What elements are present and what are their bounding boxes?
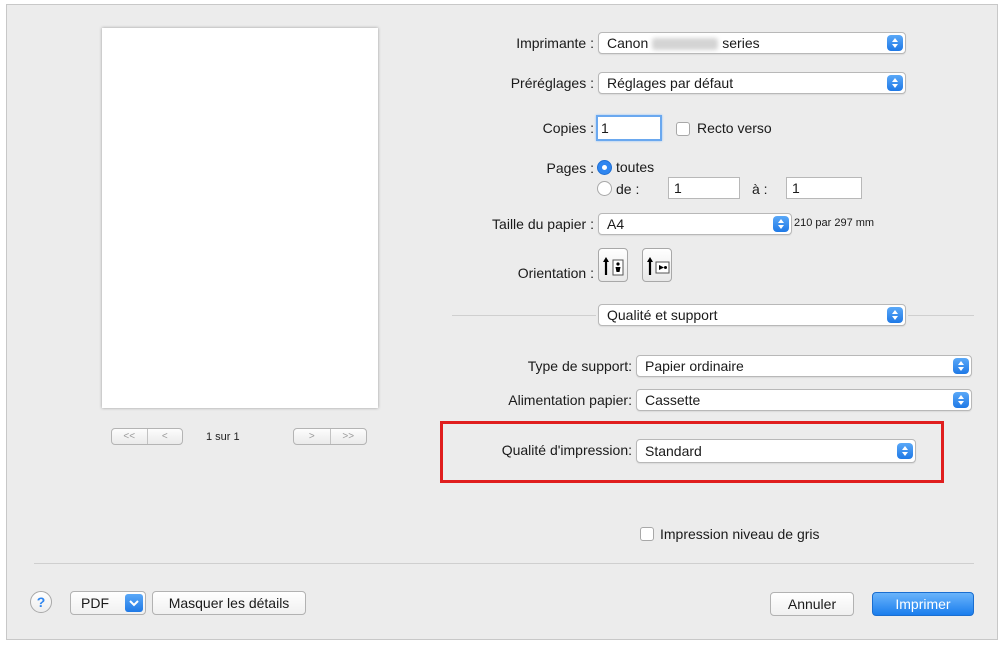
- preview-nav-back[interactable]: << <: [111, 428, 183, 445]
- prev-page-button[interactable]: <: [146, 429, 183, 444]
- chevron-updown-icon: [887, 75, 903, 91]
- chevron-updown-icon: [887, 35, 903, 51]
- pages-from-field[interactable]: 1: [668, 177, 740, 199]
- pages-range-radio[interactable]: [597, 181, 612, 196]
- page-preview: [102, 28, 378, 408]
- pdf-button[interactable]: PDF: [70, 591, 146, 615]
- printer-select[interactable]: Canon series: [598, 32, 906, 54]
- presets-value: Réglages par défaut: [607, 75, 734, 91]
- paper-source-value: Cassette: [645, 392, 701, 408]
- print-quality-label: Qualité d'impression:: [501, 442, 632, 458]
- media-type-select[interactable]: Papier ordinaire: [636, 355, 972, 377]
- grayscale-label: Impression niveau de gris: [660, 526, 820, 542]
- page-count: 1 sur 1: [206, 431, 240, 443]
- help-button[interactable]: ?: [30, 591, 52, 613]
- orientation-label: Orientation :: [517, 265, 594, 281]
- section-value: Qualité et support: [607, 307, 718, 323]
- printer-name-suffix: series: [722, 35, 760, 51]
- pages-all-radio[interactable]: [597, 160, 612, 175]
- pdf-label: PDF: [81, 595, 109, 611]
- orientation-landscape-button[interactable]: [642, 248, 672, 282]
- section-divider-right: [908, 315, 974, 316]
- presets-label: Préréglages :: [510, 75, 594, 91]
- chevron-updown-icon: [773, 216, 789, 232]
- paper-source-label: Alimentation papier:: [508, 392, 632, 408]
- last-page-button[interactable]: >>: [329, 429, 367, 444]
- presets-select[interactable]: Réglages par défaut: [598, 72, 906, 94]
- paper-dimensions: 210 par 297 mm: [794, 217, 875, 229]
- section-select[interactable]: Qualité et support: [598, 304, 906, 326]
- section-divider-left: [452, 315, 596, 316]
- orientation-portrait-button[interactable]: [598, 248, 628, 282]
- chevron-updown-icon: [887, 307, 903, 323]
- duplex-label: Recto verso: [697, 120, 772, 136]
- media-type-value: Papier ordinaire: [645, 358, 744, 374]
- pages-to-field[interactable]: 1: [786, 177, 862, 199]
- print-quality-select[interactable]: Standard: [636, 439, 916, 463]
- pages-from-label: de :: [616, 181, 640, 197]
- copies-field[interactable]: 1: [596, 115, 662, 141]
- paper-source-select[interactable]: Cassette: [636, 389, 972, 411]
- paper-size-label: Taille du papier :: [492, 216, 594, 232]
- pages-label: Pages :: [546, 160, 594, 176]
- chevron-updown-icon: [953, 392, 969, 408]
- footer-divider: [34, 563, 974, 564]
- chevron-updown-icon: [897, 443, 913, 459]
- media-type-label: Type de support:: [527, 358, 632, 374]
- grayscale-checkbox[interactable]: [640, 527, 654, 541]
- preview-nav-forward[interactable]: > >>: [293, 428, 367, 445]
- printer-label: Imprimante :: [516, 35, 594, 51]
- pages-to-label: à :: [752, 181, 768, 197]
- pages-all-label: toutes: [616, 159, 655, 175]
- chevron-down-icon: [125, 594, 143, 612]
- copies-label: Copies :: [542, 120, 594, 136]
- chevron-updown-icon: [953, 358, 969, 374]
- print-quality-value: Standard: [645, 443, 702, 459]
- hide-details-button[interactable]: Masquer les détails: [152, 591, 306, 615]
- duplex-checkbox[interactable]: [676, 122, 690, 136]
- first-page-button[interactable]: <<: [112, 429, 147, 444]
- next-page-button[interactable]: >: [294, 429, 330, 444]
- printer-name-prefix: Canon: [607, 35, 649, 51]
- redacted-model: [652, 38, 719, 51]
- paper-size-select[interactable]: A4: [598, 213, 792, 235]
- print-button[interactable]: Imprimer: [872, 592, 974, 616]
- paper-size-value: A4: [607, 216, 625, 232]
- portrait-icon: [603, 257, 624, 276]
- landscape-icon: [647, 257, 670, 275]
- cancel-button[interactable]: Annuler: [770, 592, 854, 616]
